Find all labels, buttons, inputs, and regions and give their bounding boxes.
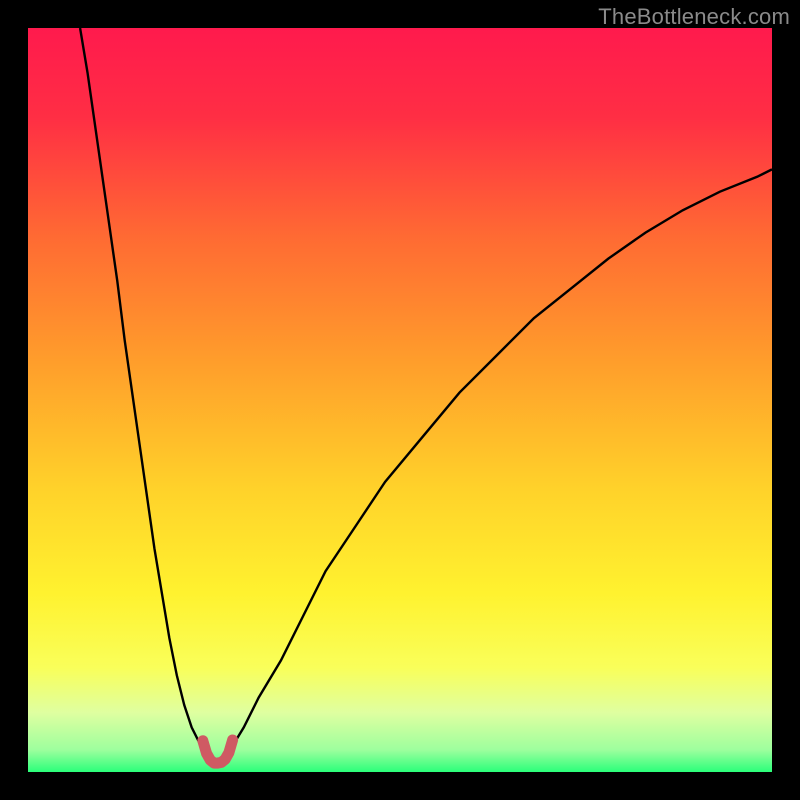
watermark-text: TheBottleneck.com bbox=[598, 4, 790, 30]
bottleneck-chart bbox=[28, 28, 772, 772]
gradient-background bbox=[28, 28, 772, 772]
chart-frame bbox=[28, 28, 772, 772]
